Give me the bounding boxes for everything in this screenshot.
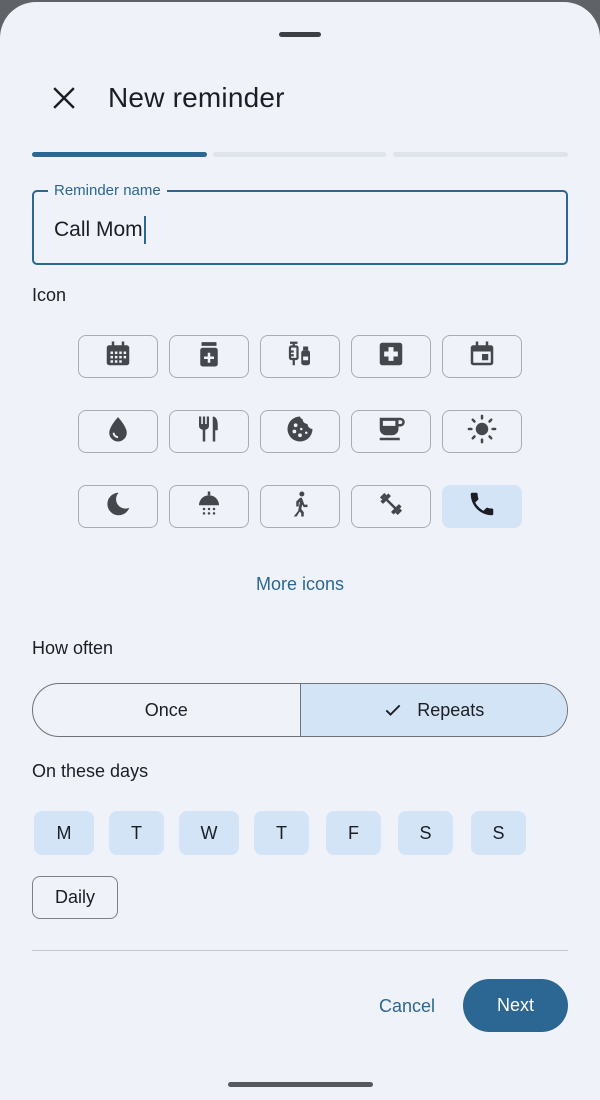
home-indicator — [228, 1082, 373, 1087]
icon-option-cookie[interactable] — [260, 410, 340, 453]
progress-segment — [213, 152, 386, 157]
progress-segment — [393, 152, 568, 157]
vaccines-icon — [285, 339, 315, 374]
coffee-icon — [376, 414, 406, 449]
icon-option-medication[interactable] — [169, 335, 249, 378]
event-icon — [467, 339, 497, 374]
walking-icon — [285, 489, 315, 524]
reminder-name-value: Call Mom — [54, 218, 143, 241]
day-chip-sunday[interactable]: S — [471, 811, 526, 855]
daily-chip[interactable]: Daily — [32, 876, 118, 919]
icon-option-calendar-month[interactable] — [78, 335, 158, 378]
icon-option-coffee[interactable] — [351, 410, 431, 453]
sun-icon — [467, 414, 497, 449]
shower-icon — [194, 489, 224, 524]
more-icons-button[interactable]: More icons — [200, 574, 400, 595]
reminder-name-label: Reminder name — [48, 182, 167, 200]
frequency-option-once[interactable]: Once — [33, 684, 301, 736]
progress-segment-active — [32, 152, 207, 157]
frequency-option-label: Repeats — [417, 699, 485, 720]
check-icon — [383, 700, 403, 720]
icon-option-shower[interactable] — [169, 485, 249, 528]
how-often-label: How often — [32, 638, 114, 658]
divider — [32, 950, 568, 951]
icon-option-water-drop[interactable] — [78, 410, 158, 453]
icon-option-event[interactable] — [442, 335, 522, 378]
reminder-name-field[interactable]: Reminder name Call Mom — [32, 182, 568, 265]
frequency-segmented-control: Once Repeats — [32, 683, 568, 737]
cookie-icon — [285, 414, 315, 449]
day-chip-monday[interactable]: M — [34, 811, 94, 855]
moon-icon — [103, 489, 133, 524]
close-button[interactable] — [44, 80, 84, 120]
days-label: On these days — [32, 761, 149, 781]
fitness-icon — [376, 489, 406, 524]
day-chip-saturday[interactable]: S — [398, 811, 453, 855]
step-progress — [32, 152, 568, 158]
medical-cross-icon — [376, 339, 406, 374]
close-icon — [52, 86, 76, 115]
frequency-option-repeats[interactable]: Repeats — [300, 684, 567, 736]
phone-icon — [467, 489, 497, 524]
bottom-sheet: New reminder Reminder name Call Mom Icon — [0, 2, 600, 1100]
cancel-button[interactable]: Cancel — [362, 980, 452, 1032]
day-chip-tuesday[interactable]: T — [109, 811, 164, 855]
day-chip-thursday[interactable]: T — [254, 811, 309, 855]
icon-option-moon[interactable] — [78, 485, 158, 528]
frequency-option-label: Once — [144, 699, 188, 720]
next-button[interactable]: Next — [463, 979, 568, 1032]
medication-icon — [194, 339, 224, 374]
icon-option-medical-cross[interactable] — [351, 335, 431, 378]
icon-option-restaurant[interactable] — [169, 410, 249, 453]
icon-option-vaccines[interactable] — [260, 335, 340, 378]
water-drop-icon — [103, 414, 133, 449]
text-caret — [143, 216, 146, 244]
icon-option-walking[interactable] — [260, 485, 340, 528]
icon-section-label: Icon — [32, 285, 67, 305]
day-chip-wednesday[interactable]: W — [179, 811, 239, 855]
drag-handle[interactable] — [279, 32, 321, 37]
icon-option-fitness[interactable] — [351, 485, 431, 528]
day-chip-friday[interactable]: F — [326, 811, 381, 855]
icon-option-phone[interactable] — [442, 485, 522, 528]
icon-option-sun[interactable] — [442, 410, 522, 453]
reminder-name-input[interactable]: Call Mom — [54, 216, 146, 244]
dialog-title: New reminder — [108, 82, 285, 113]
calendar-month-icon — [103, 339, 133, 374]
restaurant-icon — [194, 414, 224, 449]
